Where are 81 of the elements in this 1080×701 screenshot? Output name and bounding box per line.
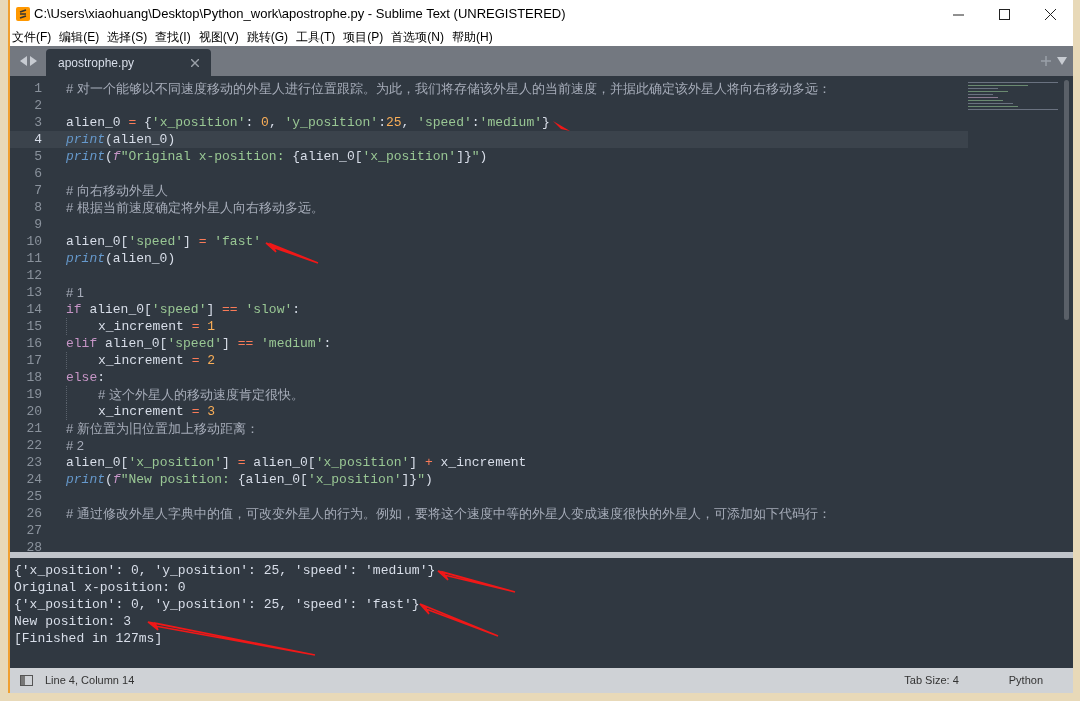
code-line: x_increment = 2	[66, 352, 216, 369]
code-line: # 根据当前速度确定将外星人向右移动多远。	[66, 199, 324, 216]
line-number: 17	[25, 352, 42, 369]
line-number: 20	[25, 403, 42, 420]
menu-item[interactable]: 文件(F)	[12, 28, 52, 46]
app-logo-icon	[16, 7, 30, 21]
line-number: 8	[33, 199, 42, 216]
code-line: # 2	[66, 437, 85, 454]
close-icon	[1044, 8, 1056, 20]
code-line: print(f"Original x-position: {alien_0['x_position']}")	[66, 148, 488, 165]
menu-item[interactable]: 项目(P)	[343, 28, 384, 46]
annotation-arrow	[265, 242, 319, 264]
close-icon[interactable]	[191, 58, 199, 67]
tab-size-selector[interactable]: Tab Size: 4	[904, 672, 959, 689]
output-line: New position: 3	[14, 613, 132, 630]
line-number: 7	[33, 182, 42, 199]
line-number: 28	[25, 539, 42, 556]
code-line: elif alien_0['speed'] == 'medium':	[66, 335, 332, 352]
line-number: 14	[25, 301, 42, 318]
line-number: 3	[33, 114, 42, 131]
code-line: else:	[66, 369, 106, 386]
line-number: 16	[25, 335, 42, 352]
menu-item[interactable]: 编辑(E)	[59, 28, 100, 46]
line-number: 21	[25, 420, 42, 437]
code-line: # 这个外星人的移动速度肯定很快。	[66, 386, 304, 403]
menu-item[interactable]: 帮助(H)	[452, 28, 493, 46]
line-number: 12	[25, 267, 42, 284]
line-number: 15	[25, 318, 42, 335]
menu-item[interactable]: 视图(V)	[198, 28, 239, 46]
syntax-selector[interactable]: Python	[1008, 672, 1043, 689]
code-line: x_increment = 3	[66, 403, 216, 420]
line-number: 4	[33, 131, 42, 148]
menu-item[interactable]: 首选项(N)	[391, 28, 444, 46]
line-number: 13	[25, 284, 42, 301]
cursor-position: Line 4, Column 14	[45, 673, 135, 689]
line-number: 22	[25, 437, 42, 454]
panel-toggle-icon[interactable]	[20, 675, 33, 686]
line-number: 9	[33, 216, 42, 233]
output-line: Original x-position: 0	[14, 579, 186, 596]
plus-icon[interactable]	[1041, 56, 1051, 66]
line-number: 5	[33, 148, 42, 165]
line-number: 11	[25, 250, 42, 267]
code-line: # 对一个能够以不同速度移动的外星人进行位置跟踪。为此，我们将存储该外星人的当前速度，并据此确定该外星人将向右移动多远：	[66, 80, 831, 97]
code-line: print(f"New position: {alien_0['x_position']}")	[66, 471, 433, 488]
line-number: 24	[25, 471, 42, 488]
line-number: 25	[25, 488, 42, 505]
code-line: # 向右移动外星人	[66, 182, 168, 199]
scrollbar-thumb[interactable]	[1064, 80, 1069, 320]
line-number: 1	[33, 80, 42, 97]
line-number: 2	[33, 97, 42, 114]
menu-item[interactable]: 工具(T)	[296, 28, 336, 46]
menu-item[interactable]: 选择(S)	[107, 28, 148, 46]
annotation-arrow	[553, 121, 570, 131]
line-number: 26	[25, 505, 42, 522]
output-line: {'x_position': 0, 'y_position': 25, 'speed': 'fast'}	[14, 596, 420, 613]
code-line: alien_0['x_position'] = alien_0['x_position'] + x_increment	[66, 454, 527, 471]
line-number: 10	[25, 233, 42, 250]
code-line: print(alien_0)	[66, 131, 176, 148]
back-arrow-icon[interactable]	[19, 56, 27, 66]
maximize-icon	[998, 8, 1010, 20]
output-line: [Finished in 127ms]	[14, 630, 163, 647]
code-line: if alien_0['speed'] == 'slow':	[66, 301, 301, 318]
line-number: 27	[25, 522, 42, 539]
window-title: C:\Users\xiaohuang\Desktop\Python_work\apostrophe.py - Sublime Text (UNREGISTERED)	[34, 5, 566, 24]
line-number: 19	[25, 386, 42, 403]
forward-arrow-icon[interactable]	[29, 56, 37, 66]
menu-item[interactable]: 查找(I)	[155, 28, 191, 46]
menu-item[interactable]: 跳转(G)	[246, 28, 288, 46]
code-line: # 1	[66, 284, 85, 301]
dropdown-triangle-icon[interactable]	[1057, 57, 1067, 65]
code-line: alien_0['speed'] = 'fast'	[66, 233, 262, 250]
file-tab[interactable]: apostrophe.py	[46, 49, 211, 76]
code-line: # 新位置为旧位置加上移动距离：	[66, 420, 259, 437]
line-number: 23	[25, 454, 42, 471]
line-number: 6	[33, 165, 42, 182]
code-line: print(alien_0)	[66, 250, 176, 267]
code-line: x_increment = 1	[66, 318, 216, 335]
code-line: # 通过修改外星人字典中的值，可改变外星人的行为。例如，要将这个速度中等的外星人变成速度很快的外星人，可添加如下代码行：	[66, 505, 831, 522]
code-line: alien_0 = {'x_position': 0, 'y_position':25, 'speed':'medium'}	[66, 114, 550, 131]
line-number: 18	[25, 369, 42, 386]
output-line: {'x_position': 0, 'y_position': 25, 'speed': 'medium'}	[14, 562, 436, 579]
